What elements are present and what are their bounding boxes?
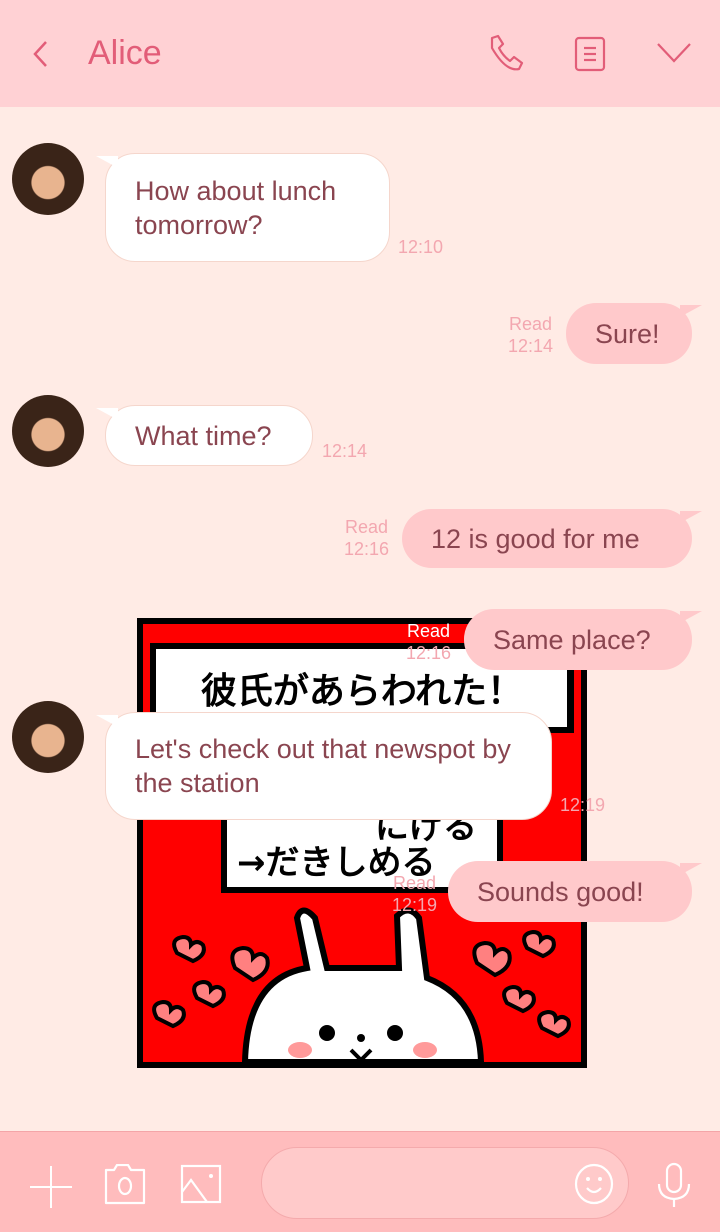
rabbit-sticker-image: 彼氏があらわれた！ にげる →だきしめる [137,618,587,1068]
message-time: 12:19 [392,895,438,915]
camera-icon[interactable] [104,1164,146,1206]
emoji-icon[interactable] [574,1163,614,1205]
message-time: 12:10 [398,237,444,257]
read-label: Read [345,517,389,537]
read-label: Read [407,621,451,641]
image-icon[interactable] [180,1164,222,1204]
notes-icon[interactable] [574,36,606,72]
message-time: 12:16 [406,643,452,663]
message-text: How about lunch tomorrow? [135,175,337,240]
message-bubble-incoming[interactable]: How about lunch tomorrow? [96,153,390,262]
message-text: What time? [135,420,272,451]
microphone-icon[interactable] [656,1162,692,1208]
message-bubble-outgoing[interactable]: Sounds good! [448,861,702,922]
chevron-down-icon[interactable] [656,42,692,64]
message-bubble-outgoing[interactable]: Sure! [566,303,702,364]
read-label: Read [509,314,553,334]
message-time: 12:14 [508,336,554,356]
input-bar [0,1131,720,1232]
message-bubble-incoming[interactable]: What time? [96,405,313,466]
message-text: Sounds good! [477,876,644,907]
avatar[interactable] [12,701,84,773]
plus-icon[interactable] [30,1166,72,1208]
read-receipt: Read 12:16 [344,516,389,560]
phone-icon[interactable] [486,34,526,74]
sticker-text-title: 彼氏があらわれた！ [201,671,523,712]
sticker[interactable]: 彼氏があらわれた！ にげる →だきしめる [137,618,587,1068]
read-receipt: Read 12:19 [392,872,437,916]
message-bubble-outgoing[interactable]: 12 is good for me [402,509,702,568]
avatar[interactable] [12,143,84,215]
chat-header: Alice [0,0,720,107]
message-bubble-outgoing[interactable]: Same place? [464,609,702,670]
message-text: Let's check out that newspot by the stat… [135,734,511,798]
chat-title: Alice [88,34,162,72]
message-text: Same place? [493,624,651,655]
back-chevron-icon[interactable] [30,40,52,68]
message-bubble-incoming[interactable]: Let's check out that newspot by the stat… [96,712,552,820]
message-time: 12:14 [322,441,368,461]
read-receipt: Read 12:16 [406,620,451,664]
message-time: 12:16 [344,539,390,559]
read-receipt: Read 12:14 [508,313,553,357]
message-input[interactable] [261,1147,629,1219]
message-text: 12 is good for me [431,523,640,554]
message-time: 12:19 [560,795,606,815]
read-label: Read [393,873,437,893]
avatar[interactable] [12,395,84,467]
message-text: Sure! [595,318,660,349]
